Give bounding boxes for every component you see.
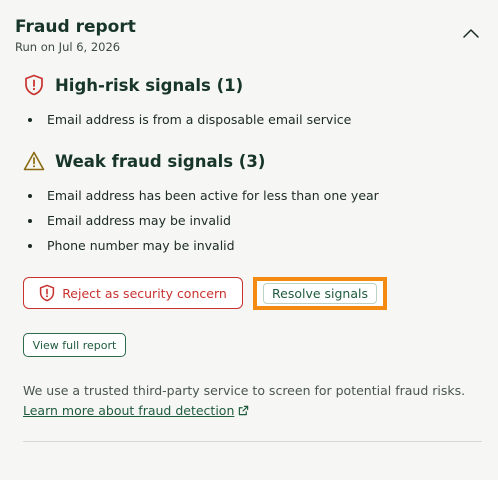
shield-alert-icon — [40, 284, 55, 302]
resolve-button-label: Resolve signals — [263, 283, 377, 304]
reject-button-label: Reject as security concern — [62, 285, 227, 301]
fraud-info-text: We use a trusted third-party service to … — [23, 381, 478, 421]
divider — [23, 441, 482, 442]
list-item: Email address has been active for less t… — [23, 183, 483, 208]
weak-signals-heading: Weak fraud signals (3) — [23, 147, 483, 175]
list-item: Phone number may be invalid — [23, 233, 483, 258]
reject-security-concern-button[interactable]: Reject as security concern — [23, 277, 243, 309]
page-title: Fraud report — [15, 17, 136, 37]
learn-more-link[interactable]: Learn more about fraud detection — [23, 403, 234, 418]
high-risk-title: High-risk signals (1) — [55, 75, 244, 95]
weak-signals-title: Weak fraud signals (3) — [55, 151, 266, 171]
high-risk-heading: High-risk signals (1) — [23, 71, 483, 99]
weak-signals-section: Weak fraud signals (3) Email address has… — [23, 147, 483, 258]
fraud-report-panel: Fraud report Run on Jul 6, 2026 High-ris… — [0, 0, 498, 480]
collapse-button[interactable] — [459, 24, 483, 42]
resolve-signals-button[interactable]: Resolve signals — [253, 277, 387, 310]
list-item: Email address may be invalid — [23, 208, 483, 233]
warning-triangle-icon — [23, 150, 45, 172]
fraud-report-header: Fraud report Run on Jul 6, 2026 — [15, 16, 483, 54]
high-risk-section: High-risk signals (1) Email address is f… — [23, 71, 483, 132]
shield-alert-icon — [23, 74, 45, 96]
chevron-up-icon — [463, 29, 479, 38]
external-link-icon — [239, 405, 249, 416]
info-description: We use a trusted third-party service to … — [23, 383, 466, 398]
weak-signals-list: Email address has been active for less t… — [23, 183, 483, 258]
high-risk-list: Email address is from a disposable email… — [23, 107, 483, 132]
run-date: Run on Jul 6, 2026 — [15, 40, 121, 54]
view-full-report-button[interactable]: View full report — [23, 333, 126, 357]
list-item: Email address is from a disposable email… — [23, 107, 483, 132]
